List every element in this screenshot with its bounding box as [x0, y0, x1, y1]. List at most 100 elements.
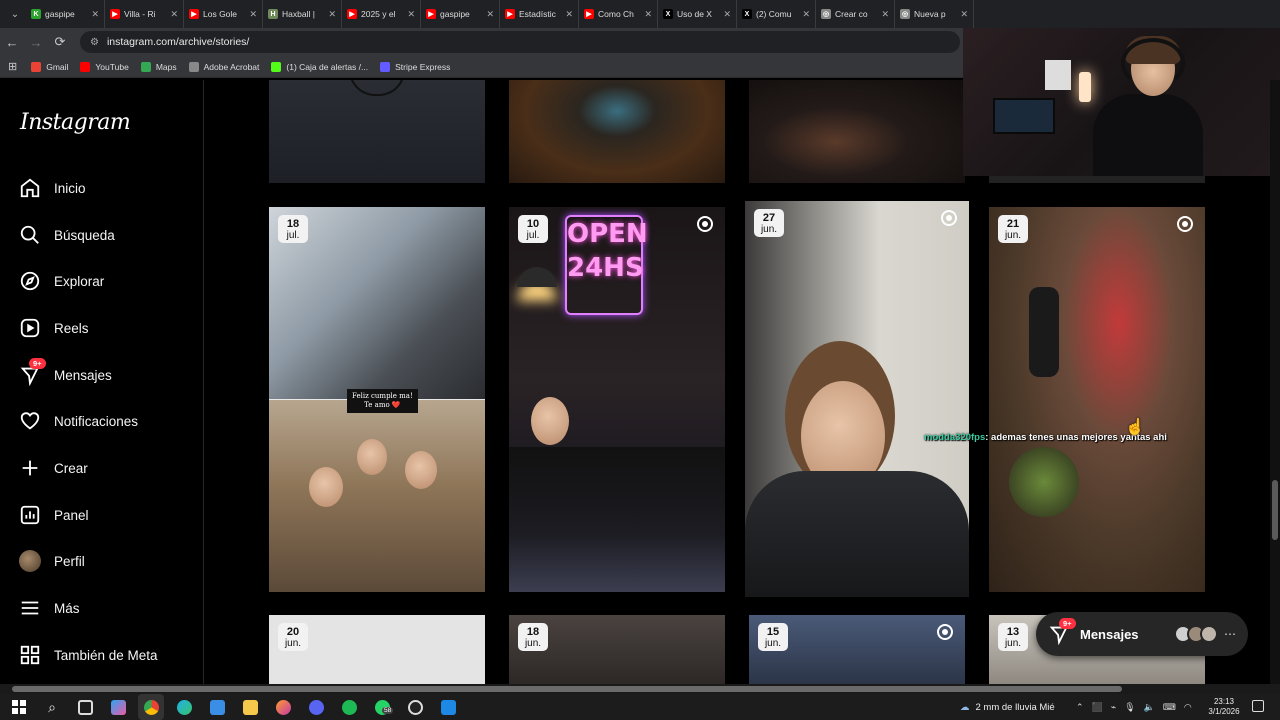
tab-close-icon[interactable]: ✕ [249, 9, 257, 20]
language-icon[interactable]: ⌨ [1163, 702, 1176, 713]
story-tile[interactable]: 27 jun. [745, 201, 969, 597]
story-tile[interactable]: 21 jun. [989, 207, 1205, 592]
bookmark-item[interactable]: Stripe Express [380, 61, 450, 72]
sidebar-item-crear[interactable]: Crear [18, 453, 88, 483]
neon-sign: OPEN 24HS [565, 215, 648, 315]
network-icon[interactable]: ⌁ [1111, 702, 1116, 713]
story-tile[interactable]: 18 jun. [509, 615, 725, 684]
messages-floating-button[interactable]: 9+ Mensajes ⋯ [1036, 612, 1248, 656]
vertical-scrollbar[interactable] [1270, 80, 1280, 684]
instagram-logo[interactable]: Instagram [20, 110, 131, 135]
tab-search-button[interactable]: ⌄ [4, 3, 26, 25]
address-bar[interactable]: ⚙ instagram.com/archive/stories/ [80, 31, 960, 53]
sidebar-item-busqueda[interactable]: Búsqueda [18, 220, 115, 250]
browser-tab[interactable]: ▶ gaspipe ✕ [421, 0, 500, 28]
horizontal-scrollbar[interactable] [0, 684, 1280, 694]
firefox-icon[interactable] [270, 694, 296, 720]
spotify-icon[interactable] [336, 694, 362, 720]
browser-tab[interactable]: ▶ Villa - Ri ✕ [105, 0, 184, 28]
tab-close-icon[interactable]: ✕ [565, 9, 573, 20]
tab-close-icon[interactable]: ✕ [960, 9, 968, 20]
chrome-icon[interactable] [138, 694, 164, 720]
clock[interactable]: 23:13 3/1/2026 [1200, 697, 1248, 717]
tab-close-icon[interactable]: ✕ [802, 9, 810, 20]
sidebar-item-label: Explorar [54, 273, 105, 289]
story-tile[interactable] [989, 176, 1205, 183]
store-icon[interactable] [204, 694, 230, 720]
heart-icon [18, 409, 42, 433]
app-icon[interactable] [435, 694, 461, 720]
sidebar-item-mas[interactable]: Más [18, 593, 80, 623]
browser-tab[interactable]: ◎ Crear co ✕ [816, 0, 895, 28]
sidebar-item-inicio[interactable]: Inicio [18, 173, 86, 203]
browser-tab[interactable]: X Uso de X ✕ [658, 0, 737, 28]
bookmark-item[interactable]: Gmail [31, 61, 68, 72]
tab-close-icon[interactable]: ✕ [407, 9, 415, 20]
reload-button[interactable]: ⟳ [48, 34, 72, 50]
sidebar-item-explorar[interactable]: Explorar [18, 266, 104, 296]
browser-tab[interactable]: Kgaspipe ✕ [26, 0, 105, 28]
browser-tab[interactable]: ▶ Como Ch ✕ [579, 0, 658, 28]
story-tile[interactable] [269, 80, 485, 183]
bookmark-item[interactable]: YouTube [80, 61, 129, 72]
tab-favicon-icon: ▶ [347, 9, 357, 19]
whatsapp-icon[interactable]: 58 [369, 694, 395, 720]
tray-app-icon[interactable]: ⬛ [1092, 702, 1103, 713]
search-icon[interactable]: ⌕ [39, 694, 65, 720]
tab-close-icon[interactable]: ✕ [723, 9, 731, 20]
volume-icon[interactable]: 🔈 [1144, 702, 1155, 713]
browser-tab[interactable]: ▶ Estadístic ✕ [500, 0, 579, 28]
browser-tab[interactable]: ▶ 2025 y el ✕ [342, 0, 421, 28]
back-button[interactable]: ← [0, 35, 24, 50]
tab-close-icon[interactable]: ✕ [881, 9, 889, 20]
browser-tab[interactable]: ▶ Los Gole ✕ [184, 0, 263, 28]
sidebar-item-panel[interactable]: Panel [18, 500, 89, 530]
forward-button[interactable]: → [24, 35, 48, 50]
home-icon [18, 176, 42, 200]
windows-start-icon[interactable] [6, 694, 32, 720]
story-caption-sticker: Feliz cumple ma! Te amo ❤️ [347, 389, 418, 413]
task-view-icon[interactable] [72, 694, 98, 720]
sidebar-item-tambien-de-meta[interactable]: También de Meta [18, 640, 158, 670]
dashboard-icon [18, 503, 42, 527]
chevron-up-icon[interactable]: ⌃ [1076, 702, 1084, 713]
browser-tab[interactable]: H Haxball | ✕ [263, 0, 342, 28]
browser-tab[interactable]: ◎ Nueva p ✕ [895, 0, 974, 28]
sidebar-item-reels[interactable]: Reels [18, 313, 89, 343]
copilot-icon[interactable] [105, 694, 131, 720]
edge-icon[interactable] [171, 694, 197, 720]
discord-icon[interactable] [303, 694, 329, 720]
sidebar-item-perfil[interactable]: Perfil [18, 546, 85, 576]
bookmark-item[interactable]: Maps [140, 61, 177, 72]
story-tile[interactable]: Feliz cumple ma! Te amo ❤️ 18 jul. [269, 207, 485, 592]
file-explorer-icon[interactable] [237, 694, 263, 720]
browser-tab-bar: ⌄ Kgaspipe ✕ ▶ Villa - Ri ✕ ▶ Los Gole ✕ H Haxbal… [0, 0, 1280, 28]
more-icon[interactable]: ⋯ [1224, 627, 1236, 641]
bookmark-item[interactable]: (1) Caja de alertas /... [271, 61, 368, 72]
sidebar-item-label: Reels [54, 320, 89, 336]
tab-close-icon[interactable]: ✕ [328, 9, 336, 20]
story-tile[interactable] [509, 80, 725, 183]
apps-icon[interactable]: ⊞ [8, 60, 17, 73]
sidebar-item-mensajes[interactable]: 9+ Mensajes [18, 358, 112, 390]
story-tile[interactable]: 15 jun. [749, 615, 965, 684]
date-badge: 13 jun. [998, 623, 1028, 651]
browser-tab[interactable]: X (2) Comu ✕ [737, 0, 816, 28]
sidebar-item-notificaciones[interactable]: Notificaciones [18, 406, 138, 436]
notification-badge: 58 [382, 707, 394, 714]
tab-close-icon[interactable]: ✕ [486, 9, 494, 20]
tab-close-icon[interactable]: ✕ [91, 9, 99, 20]
weather-widget[interactable]: ☁ 2 mm de lluvia Mié [960, 694, 1055, 720]
obs-icon[interactable] [402, 694, 428, 720]
notification-icon[interactable] [1252, 700, 1264, 712]
tab-close-icon[interactable]: ✕ [170, 9, 178, 20]
story-tile[interactable]: 20 jun. [269, 615, 485, 684]
story-tile[interactable]: OPEN 24HS 10 jul. [509, 207, 725, 592]
site-info-icon[interactable]: ⚙ [90, 37, 99, 48]
bookmark-item[interactable]: Adobe Acrobat [188, 61, 259, 72]
wifi-icon[interactable]: ◠ [1184, 702, 1192, 713]
sidebar-item-label: Perfil [54, 553, 85, 569]
tab-close-icon[interactable]: ✕ [644, 9, 652, 20]
story-tile[interactable] [749, 80, 965, 183]
microphone-icon[interactable]: 🎙 [1124, 702, 1135, 713]
